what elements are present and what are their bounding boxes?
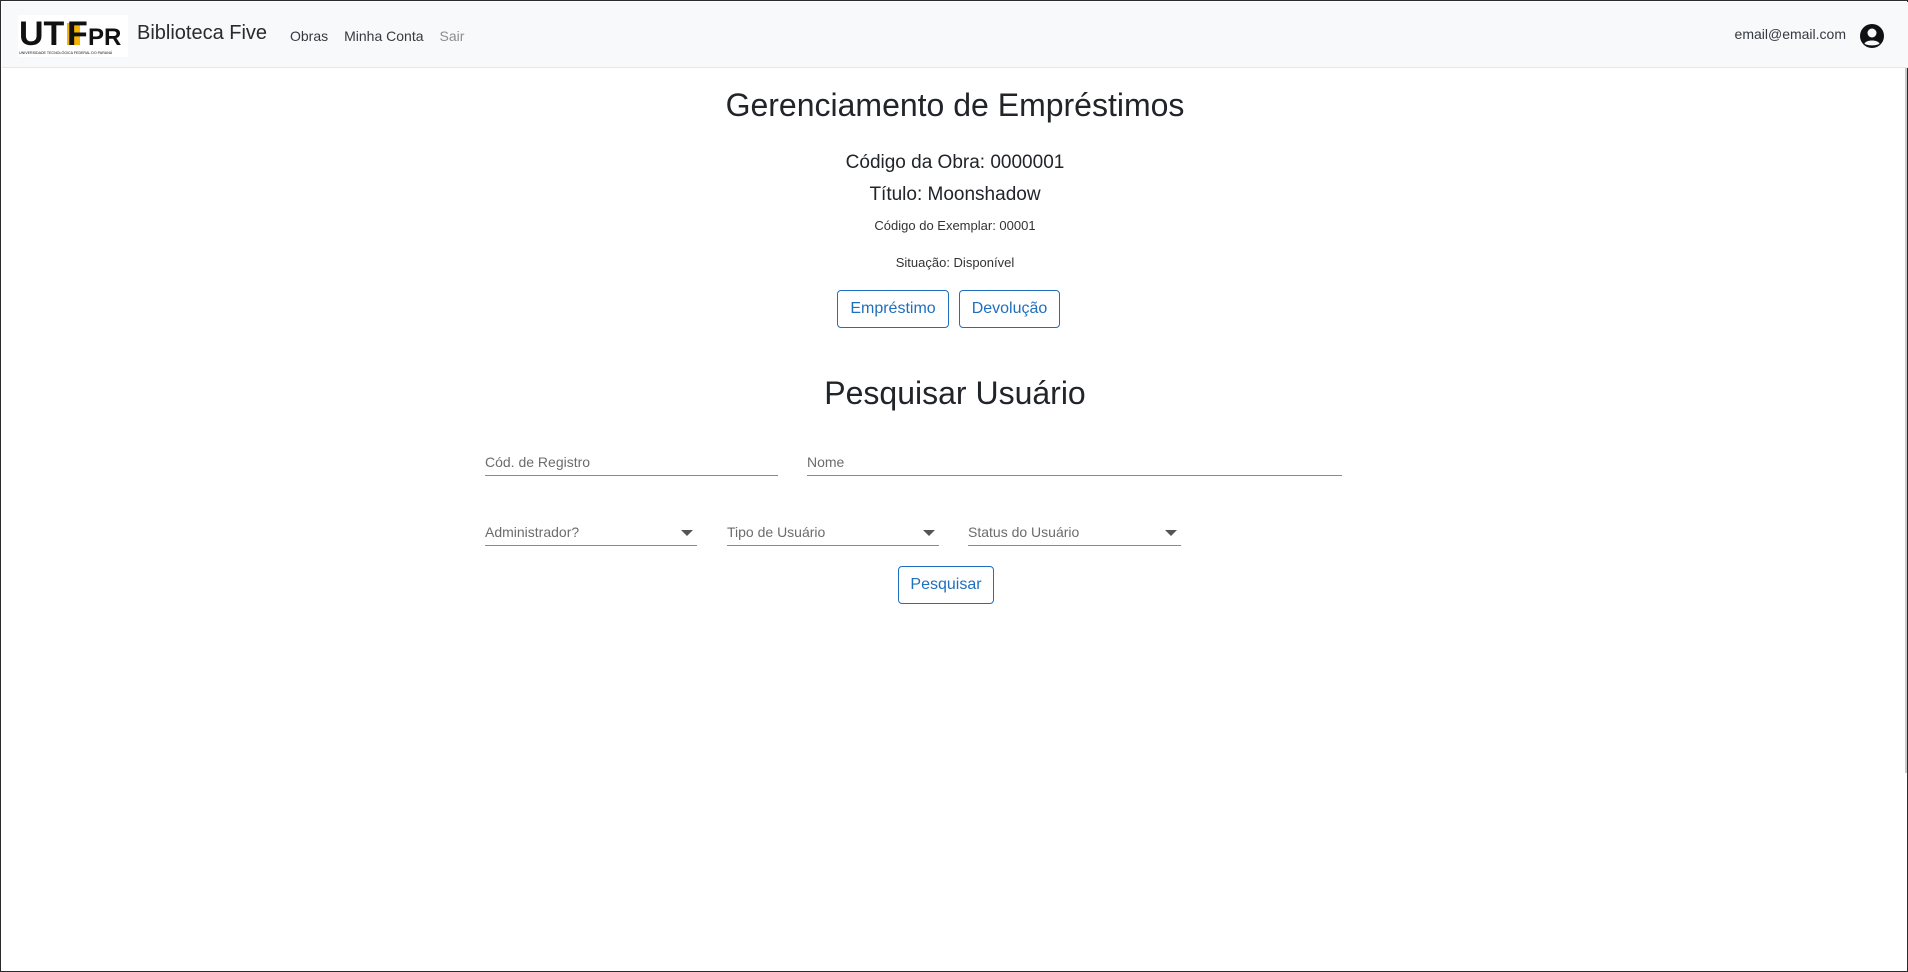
utfpr-logo[interactable]: UT F PR UNIVERSIDADE TECNOLÓGICA FEDERAL… [18,15,128,57]
page-title: Gerenciamento de Empréstimos [725,87,1185,123]
nome-field[interactable]: Nome [807,446,1342,476]
app-window: UT F PR UNIVERSIDADE TECNOLÓGICA FEDERAL… [0,0,1908,972]
emprestimo-button[interactable]: Empréstimo [837,290,949,328]
status-usuario-label: Status do Usuário [968,524,1080,540]
svg-text:UT: UT [19,15,65,53]
caret-down-icon[interactable] [681,530,693,536]
tipo-usuario-select[interactable]: Tipo de Usuário [727,516,939,546]
situacao-status: Situação: Disponível [895,255,1015,270]
tipo-usuario-label: Tipo de Usuário [727,524,826,540]
top-navbar: UT F PR UNIVERSIDADE TECNOLÓGICA FEDERAL… [2,2,1908,68]
cod-registro-input[interactable] [485,446,778,475]
account-circle-icon[interactable] [1858,22,1886,50]
svg-text:UNIVERSIDADE TECNOLÓGICA FEDER: UNIVERSIDADE TECNOLÓGICA FEDERAL DO PARA… [19,50,113,55]
obra-code: Código da Obra: 0000001 [845,152,1065,173]
scrollbar[interactable] [1905,68,1907,773]
administrador-label: Administrador? [485,524,580,540]
nome-input[interactable] [807,446,1342,475]
svg-text:PR: PR [88,24,121,51]
svg-text:F: F [67,15,88,53]
obra-title: Título: Moonshadow [869,184,1041,205]
exemplar-code: Código do Exemplar: 00001 [874,218,1036,233]
caret-down-icon[interactable] [1165,530,1177,536]
devolucao-button[interactable]: Devolução [959,290,1060,328]
caret-down-icon[interactable] [923,530,935,536]
brand-name[interactable]: Biblioteca Five [137,22,267,45]
cod-registro-field[interactable]: Cód. de Registro [485,446,778,476]
administrador-select[interactable]: Administrador? [485,516,697,546]
status-usuario-select[interactable]: Status do Usuário [968,516,1181,546]
user-email: email@email.com [1734,26,1846,42]
pesquisar-button[interactable]: Pesquisar [898,566,994,604]
nav-link-sair[interactable]: Sair [440,28,465,44]
nav-links: Obras Minha Conta Sair [290,28,480,44]
nav-link-minha-conta[interactable]: Minha Conta [344,28,423,44]
nav-link-obras[interactable]: Obras [290,28,328,44]
search-user-title: Pesquisar Usuário [824,375,1086,411]
